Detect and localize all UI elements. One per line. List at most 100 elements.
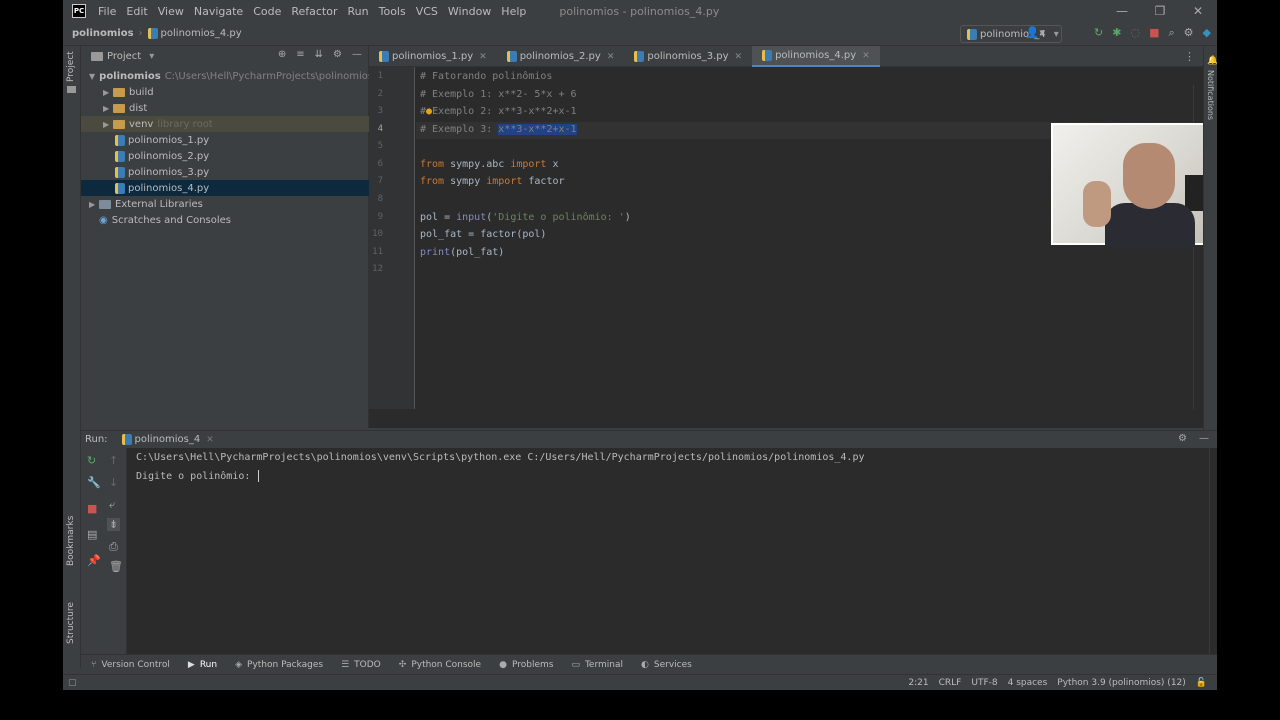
- python-interpreter[interactable]: Python 3.9 (polinomios) (12): [1057, 678, 1185, 688]
- tab-problems[interactable]: ● Problems: [499, 660, 553, 670]
- menu-navigate[interactable]: Navigate: [189, 5, 248, 18]
- stop-icon[interactable]: ■: [87, 502, 97, 515]
- down-arrow-icon[interactable]: ↓: [109, 476, 118, 489]
- close-tab-icon[interactable]: ✕: [862, 51, 870, 61]
- debug-icon[interactable]: ✱: [1112, 26, 1121, 40]
- menu-code[interactable]: Code: [248, 5, 286, 18]
- tree-item-dist[interactable]: ▶ dist: [81, 100, 369, 116]
- tool-tab-label: Terminal: [584, 659, 624, 670]
- tab-version-control[interactable]: ⑂ Version Control: [91, 660, 170, 670]
- rerun-icon[interactable]: ↻: [1094, 26, 1103, 40]
- tab-services[interactable]: ◐ Services: [641, 660, 692, 670]
- run-tab[interactable]: polinomios_4 ✕: [121, 434, 214, 445]
- menu-refactor[interactable]: Refactor: [286, 5, 342, 18]
- tab-polinomios-4[interactable]: polinomios_4.py ✕: [752, 46, 880, 67]
- bell-icon[interactable]: 🔔: [1207, 56, 1217, 66]
- problems-icon: ●: [499, 659, 507, 670]
- collapse-all-icon[interactable]: ⇊: [315, 49, 323, 60]
- tool-tab-label: Python Console: [411, 659, 482, 670]
- chevron-down-icon[interactable]: ▼: [89, 72, 95, 81]
- code-line-7: from sympy import factor: [420, 176, 565, 187]
- console-scrollbar[interactable]: [1209, 448, 1217, 654]
- file-encoding[interactable]: UTF-8: [971, 678, 997, 688]
- locate-icon[interactable]: ⊕: [278, 49, 286, 60]
- minimize-icon[interactable]: —: [1103, 0, 1141, 22]
- menu-edit[interactable]: Edit: [121, 5, 152, 18]
- tab-todo[interactable]: ☰ TODO: [341, 660, 381, 670]
- rerun-icon[interactable]: ↻: [87, 454, 96, 467]
- close-tab-icon[interactable]: ✕: [206, 435, 214, 445]
- menu-tools[interactable]: Tools: [374, 5, 411, 18]
- layout-icon[interactable]: ▤: [87, 528, 97, 541]
- tab-python-packages[interactable]: ◈ Python Packages: [235, 660, 323, 670]
- tab-polinomios-3[interactable]: polinomios_3.py ✕: [624, 46, 752, 67]
- search-icon[interactable]: ⌕: [1168, 26, 1174, 40]
- toggle-tool-windows-icon[interactable]: ▢: [68, 678, 77, 688]
- tree-item-polinomios-3[interactable]: polinomios_3.py: [81, 164, 369, 180]
- tree-scratches[interactable]: ◉ Scratches and Consoles: [81, 212, 369, 228]
- menu-vcs[interactable]: VCS: [411, 5, 443, 18]
- breadcrumb-project[interactable]: polinomios: [72, 28, 134, 39]
- tree-item-venv[interactable]: ▶ venv library root: [81, 116, 369, 132]
- play-icon: ▶: [187, 659, 195, 670]
- menu-window[interactable]: Window: [443, 5, 496, 18]
- menu-help[interactable]: Help: [496, 5, 531, 18]
- chevron-right-icon[interactable]: ▶: [103, 120, 113, 129]
- tab-menu-icon[interactable]: ⋮: [1184, 50, 1195, 63]
- notifications-tool-button[interactable]: Notifications: [1206, 70, 1215, 120]
- stop-icon[interactable]: ■: [1149, 26, 1159, 40]
- updates-icon[interactable]: ◆: [1203, 26, 1211, 40]
- chevron-right-icon[interactable]: ▶: [103, 88, 113, 97]
- chevron-right-icon[interactable]: ▶: [103, 104, 113, 113]
- tab-run[interactable]: ▶ Run: [188, 660, 217, 670]
- line-separator[interactable]: CRLF: [939, 678, 962, 688]
- tree-external-libraries[interactable]: ▶ External Libraries: [81, 196, 369, 212]
- pin-icon[interactable]: 📌: [87, 554, 101, 567]
- trash-icon[interactable]: 🗑: [109, 560, 123, 573]
- restore-icon[interactable]: ❐: [1141, 0, 1179, 22]
- expand-all-icon[interactable]: ≡: [296, 49, 304, 60]
- user-icon[interactable]: 👤▾: [1026, 26, 1045, 39]
- close-tab-icon[interactable]: ✕: [735, 52, 743, 62]
- up-arrow-icon[interactable]: ↑: [109, 454, 118, 467]
- hide-panel-icon[interactable]: —: [352, 49, 362, 60]
- coverage-icon[interactable]: ◌: [1130, 26, 1140, 40]
- tab-polinomios-1[interactable]: polinomios_1.py ✕: [369, 46, 497, 67]
- tree-item-polinomios-4[interactable]: polinomios_4.py: [81, 180, 369, 196]
- project-tool-button[interactable]: Project: [66, 51, 76, 82]
- code-line-4: # Exemplo 3: x**3-x**2+x-1: [420, 124, 577, 135]
- bookmarks-tool-button[interactable]: Bookmarks: [66, 516, 76, 566]
- close-tab-icon[interactable]: ✕: [479, 52, 487, 62]
- tree-root[interactable]: ▼ polinomios C:\Users\Hell\PycharmProjec…: [81, 68, 373, 84]
- project-panel-title[interactable]: Project: [107, 51, 141, 62]
- tab-terminal[interactable]: ▭ Terminal: [571, 660, 623, 670]
- tree-item-build[interactable]: ▶ build: [81, 84, 369, 100]
- hide-panel-icon[interactable]: —: [1199, 433, 1209, 444]
- run-configuration-select[interactable]: polinomios_4 ▾: [960, 25, 1062, 43]
- console-input-line[interactable]: Digite o polinômio:: [136, 470, 260, 482]
- caret-position[interactable]: 2:21: [908, 678, 928, 688]
- soft-wrap-icon[interactable]: ⤶: [109, 498, 115, 512]
- tree-item-polinomios-2[interactable]: polinomios_2.py: [81, 148, 369, 164]
- structure-tool-button[interactable]: Structure: [66, 602, 76, 644]
- scroll-to-end-icon[interactable]: ⇟: [107, 518, 121, 531]
- close-tab-icon[interactable]: ✕: [607, 52, 615, 62]
- options-gear-icon[interactable]: ⚙: [333, 49, 342, 60]
- code-editor[interactable]: 1 2 3 4 5 6 7 8 9 10 11 12 # Fatorando p…: [369, 67, 1217, 428]
- chevron-down-icon[interactable]: ▾: [149, 51, 154, 62]
- breadcrumb-file[interactable]: polinomios_4.py: [161, 28, 242, 39]
- tab-polinomios-2[interactable]: polinomios_2.py ✕: [497, 46, 625, 67]
- menu-run[interactable]: Run: [343, 5, 374, 18]
- tab-python-console[interactable]: ✣ Python Console: [399, 660, 481, 670]
- settings-gear-icon[interactable]: ⚙: [1184, 26, 1194, 40]
- menu-file[interactable]: File: [93, 5, 121, 18]
- wrench-icon[interactable]: 🔧: [87, 476, 101, 489]
- chevron-right-icon[interactable]: ▶: [89, 200, 99, 209]
- settings-gear-icon[interactable]: ⚙: [1178, 433, 1187, 444]
- menu-view[interactable]: View: [153, 5, 189, 18]
- close-icon[interactable]: ✕: [1179, 0, 1217, 22]
- lock-icon[interactable]: 🔓: [1196, 678, 1207, 688]
- tree-item-polinomios-1[interactable]: polinomios_1.py: [81, 132, 369, 148]
- print-icon[interactable]: ⎙: [109, 540, 118, 554]
- indent-setting[interactable]: 4 spaces: [1008, 678, 1048, 688]
